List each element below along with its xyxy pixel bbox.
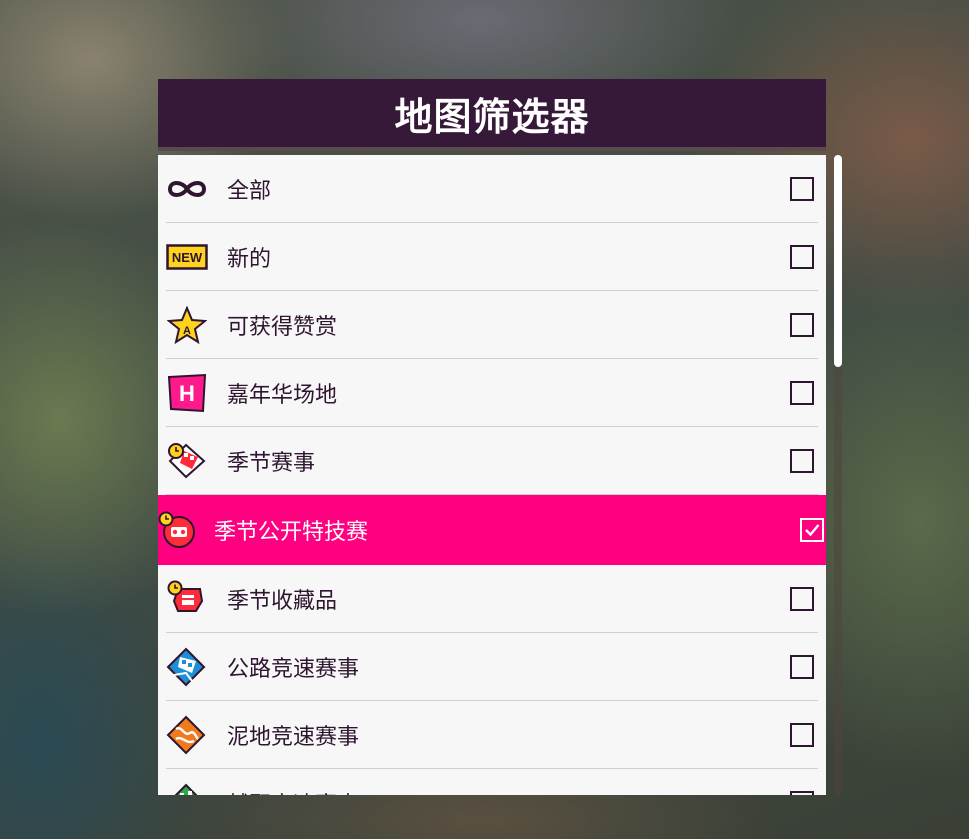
filter-label: 季节公开特技赛 bbox=[214, 520, 369, 545]
filter-checkbox[interactable] bbox=[790, 449, 814, 473]
svg-text:A: A bbox=[183, 325, 191, 337]
filter-label: 全部 bbox=[227, 179, 272, 204]
filter-item-festival-site[interactable]: H 嘉年华场地 bbox=[158, 359, 826, 427]
filter-checkbox[interactable] bbox=[790, 245, 814, 269]
filter-checkbox[interactable] bbox=[790, 313, 814, 337]
filter-checkbox[interactable] bbox=[790, 381, 814, 405]
seasonal-collectible-icon bbox=[165, 577, 209, 621]
road-racing-icon bbox=[165, 645, 209, 689]
new-badge-icon: NEW bbox=[165, 235, 209, 279]
filter-label: 可获得赞赏 bbox=[227, 315, 338, 340]
seasonal-stunt-icon bbox=[158, 508, 200, 552]
filter-checkbox[interactable] bbox=[790, 791, 814, 795]
filter-item-road-racing[interactable]: 公路竞速赛事 bbox=[158, 633, 826, 701]
filter-label: 越野竞速赛事 bbox=[227, 787, 790, 795]
filter-checkbox[interactable] bbox=[790, 655, 814, 679]
filter-item-seasonal-events[interactable]: 季节赛事 bbox=[158, 427, 826, 495]
filter-item-all[interactable]: 全部 bbox=[158, 155, 826, 223]
filter-checkbox[interactable] bbox=[790, 177, 814, 201]
svg-text:NEW: NEW bbox=[172, 250, 203, 265]
filter-list: 全部 NEW 新的 A 可获得赞赏 H 嘉年华场地 季节赛事 季节公开特技赛 季… bbox=[158, 155, 826, 795]
scrollbar-thumb[interactable] bbox=[834, 155, 842, 367]
map-filter-panel: 地图筛选器 全部 NEW 新的 A 可获得赞赏 H 嘉年华场地 季节赛事 季节公… bbox=[158, 79, 826, 795]
filter-label: 公路竞速赛事 bbox=[227, 657, 360, 682]
filter-label: 泥地竞速赛事 bbox=[227, 725, 360, 750]
panel-header: 地图筛选器 bbox=[158, 79, 826, 151]
filter-item-cross-country[interactable]: 越野竞速赛事 bbox=[158, 769, 826, 795]
filter-label: 季节赛事 bbox=[227, 451, 316, 476]
filter-label: 季节收藏品 bbox=[227, 589, 338, 614]
filter-item-seasonal-stunt[interactable]: 季节公开特技赛 bbox=[158, 495, 826, 565]
filter-label: 嘉年华场地 bbox=[227, 383, 338, 408]
festival-site-icon: H bbox=[165, 371, 209, 415]
filter-checkbox-checked[interactable] bbox=[800, 518, 824, 542]
infinity-icon bbox=[165, 167, 209, 211]
filter-item-new[interactable]: NEW 新的 bbox=[158, 223, 826, 291]
filter-list-viewport: 全部 NEW 新的 A 可获得赞赏 H 嘉年华场地 季节赛事 季节公开特技赛 季… bbox=[158, 155, 826, 795]
panel-title: 地图筛选器 bbox=[394, 94, 590, 139]
filter-item-accolades[interactable]: A 可获得赞赏 bbox=[158, 291, 826, 359]
filter-item-dirt-racing[interactable]: 泥地竞速赛事 bbox=[158, 701, 826, 769]
filter-checkbox[interactable] bbox=[790, 723, 814, 747]
filter-checkbox[interactable] bbox=[790, 587, 814, 611]
scrollbar-track[interactable] bbox=[834, 155, 842, 795]
filter-item-seasonal-collectibles[interactable]: 季节收藏品 bbox=[158, 565, 826, 633]
seasonal-event-icon bbox=[165, 439, 209, 483]
checkmark-icon bbox=[805, 524, 820, 537]
svg-text:H: H bbox=[179, 381, 195, 406]
dirt-racing-icon bbox=[165, 713, 209, 757]
star-accolade-icon: A bbox=[165, 303, 209, 347]
cross-country-icon bbox=[165, 781, 209, 795]
filter-label: 新的 bbox=[227, 247, 272, 272]
